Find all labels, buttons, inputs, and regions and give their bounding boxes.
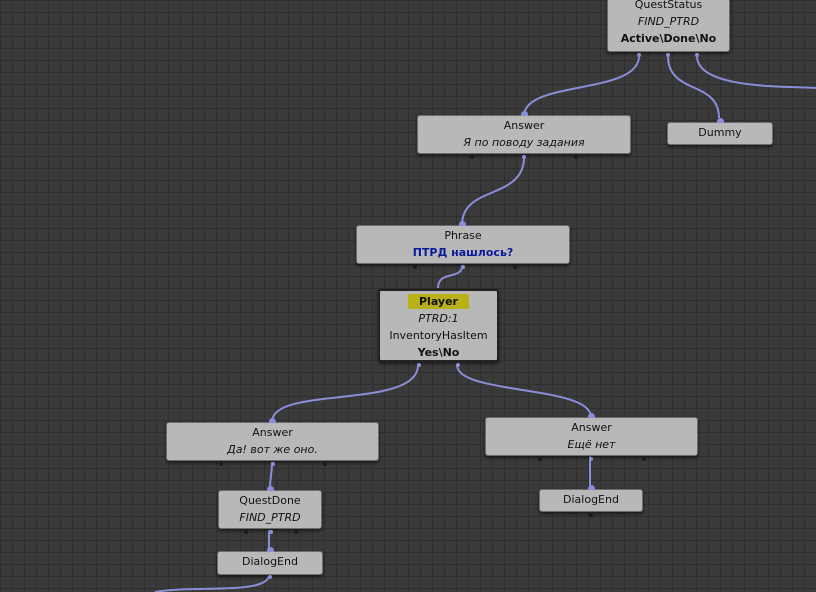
input-port[interactable] bbox=[717, 118, 724, 123]
input-port[interactable] bbox=[269, 418, 276, 423]
node-title: Answer bbox=[252, 426, 293, 439]
node-title: Dummy bbox=[698, 126, 742, 139]
output-port-no[interactable] bbox=[695, 53, 699, 57]
answer-text: Я по поводу задания bbox=[463, 136, 585, 149]
connection-link bbox=[437, 265, 463, 289]
speaker-line: Player bbox=[380, 293, 497, 310]
output-port[interactable] bbox=[413, 265, 417, 269]
input-port[interactable] bbox=[521, 111, 528, 116]
quest-id: FIND_PTRD bbox=[637, 15, 700, 28]
input-port[interactable] bbox=[267, 547, 274, 552]
output-port[interactable] bbox=[219, 462, 223, 466]
connection-link bbox=[461, 156, 525, 226]
output-port[interactable] bbox=[271, 462, 275, 466]
output-port-active[interactable] bbox=[637, 53, 641, 57]
quest-done-node[interactable]: QuestDone FIND_PTRD bbox=[218, 486, 322, 534]
output-port[interactable] bbox=[522, 155, 526, 159]
answer-text: Ещё нет bbox=[567, 438, 616, 451]
output-port[interactable] bbox=[461, 265, 465, 269]
output-port[interactable] bbox=[244, 530, 248, 534]
output-port[interactable] bbox=[470, 155, 474, 159]
output-port[interactable] bbox=[294, 530, 298, 534]
node-title: DialogEnd bbox=[563, 493, 619, 506]
speaker-highlight: Player bbox=[408, 294, 469, 309]
output-port[interactable] bbox=[538, 457, 542, 461]
node-title: QuestStatus bbox=[634, 0, 703, 11]
condition-name: InventoryHasItem bbox=[389, 329, 488, 342]
connection-link bbox=[696, 55, 816, 89]
connection-link bbox=[271, 364, 419, 423]
output-port[interactable] bbox=[513, 265, 517, 269]
output-port[interactable] bbox=[642, 457, 646, 461]
connection-link bbox=[154, 575, 270, 592]
input-port[interactable] bbox=[588, 485, 595, 490]
player-condition-node[interactable]: Player PTRD:1 InventoryHasItem Yes\No bbox=[378, 289, 499, 367]
node-title: Phrase bbox=[444, 229, 482, 242]
phrase-text: ПТРД нашлось? bbox=[412, 246, 514, 259]
input-port[interactable] bbox=[267, 486, 274, 491]
output-port[interactable] bbox=[269, 530, 273, 534]
output-port[interactable] bbox=[589, 457, 593, 461]
quest-id: FIND_PTRD bbox=[239, 511, 301, 524]
answer-node[interactable]: Answer Ещё нет bbox=[485, 413, 698, 461]
node-title: Answer bbox=[503, 119, 545, 132]
dummy-node[interactable]: Dummy bbox=[667, 118, 773, 145]
output-port[interactable] bbox=[574, 155, 578, 159]
node-title: QuestDone bbox=[239, 494, 301, 507]
answer-node[interactable]: Answer Да! вот же оно. bbox=[166, 418, 379, 466]
connection-link bbox=[523, 55, 640, 117]
output-port[interactable] bbox=[323, 462, 327, 466]
connection-link bbox=[667, 55, 720, 119]
condition-param: PTRD:1 bbox=[418, 312, 459, 325]
output-port[interactable] bbox=[589, 513, 593, 517]
quest-status-node[interactable]: QuestStatus FIND_PTRD Active\Done\No bbox=[607, 0, 730, 57]
output-port-no[interactable] bbox=[456, 363, 460, 367]
input-port[interactable] bbox=[459, 221, 466, 226]
dialog-end-node[interactable]: DialogEnd bbox=[217, 547, 323, 579]
output-port-yes[interactable] bbox=[417, 363, 421, 367]
node-title: Answer bbox=[571, 421, 612, 434]
input-port[interactable] bbox=[588, 413, 595, 418]
output-port-done[interactable] bbox=[666, 53, 670, 57]
outcome-labels: Active\Done\No bbox=[620, 32, 717, 45]
output-port[interactable] bbox=[268, 575, 272, 579]
answer-text: Да! вот же оно. bbox=[227, 443, 318, 456]
connection-link bbox=[456, 364, 592, 418]
dialog-end-node[interactable]: DialogEnd bbox=[539, 485, 643, 517]
outcome-labels: Yes\No bbox=[417, 346, 460, 359]
node-title: DialogEnd bbox=[242, 555, 298, 568]
phrase-node[interactable]: Phrase ПТРД нашлось? bbox=[356, 221, 570, 269]
answer-node[interactable]: Answer Я по поводу задания bbox=[417, 111, 631, 159]
